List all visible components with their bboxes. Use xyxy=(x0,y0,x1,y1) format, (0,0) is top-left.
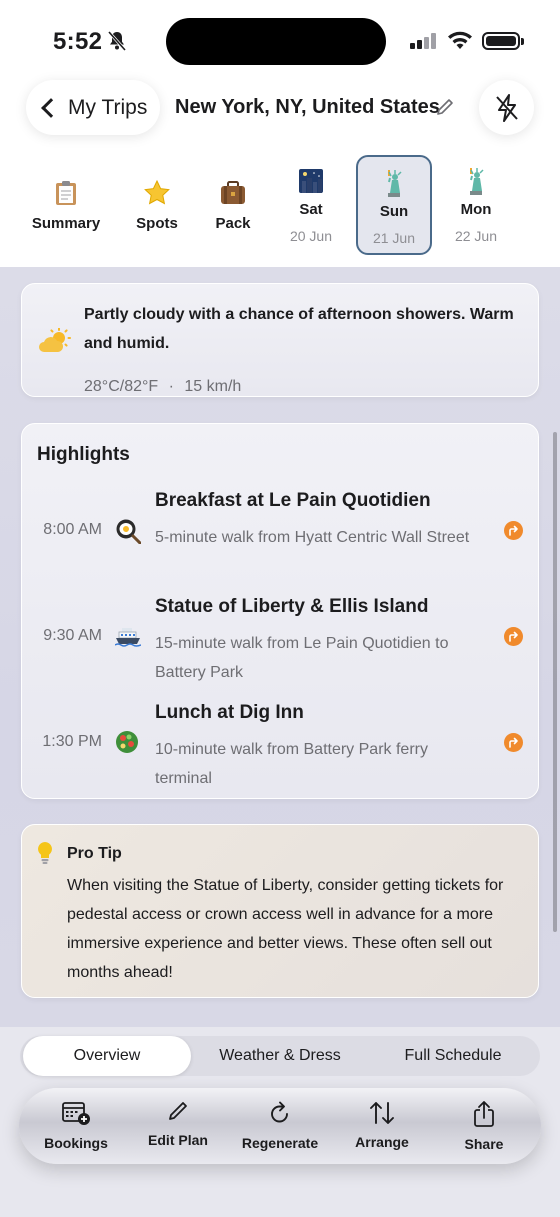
highlight-item[interactable]: 1:30 PM Lunch at Dig Inn 10-minute walk … xyxy=(22,702,540,802)
trip-tabs: Summary Spots Pack Sat 20 Jun Sun 21 Jun… xyxy=(0,155,560,255)
trip-title[interactable]: New York, NY, United States xyxy=(175,96,440,119)
chevron-left-icon xyxy=(41,97,61,118)
tab-day-mon[interactable]: Mon 22 Jun xyxy=(438,155,514,255)
sun-behind-cloud-icon xyxy=(39,328,71,352)
pro-tip-card: Pro Tip When visiting the Statue of Libe… xyxy=(21,824,539,998)
regenerate-button[interactable]: Regenerate xyxy=(230,1088,330,1164)
suitcase-icon xyxy=(221,181,245,204)
lightbulb-icon xyxy=(38,842,52,864)
overview-content[interactable]: Partly cloudy with a chance of afternoon… xyxy=(0,267,560,1027)
directions-button[interactable] xyxy=(504,521,523,540)
pro-tip-title: Pro Tip xyxy=(67,845,122,862)
weather-temperature: 28°C/82°F xyxy=(84,378,159,395)
tab-spots[interactable]: Spots xyxy=(122,155,192,255)
highlight-item[interactable]: 9:30 AM Statue of Liberty & Ellis Island… xyxy=(22,596,540,696)
salad-icon xyxy=(116,731,138,753)
tab-label: Spots xyxy=(136,215,178,232)
highlight-time: 1:30 PM xyxy=(42,733,102,750)
toolbar-label: Bookings xyxy=(44,1135,108,1151)
toolbar-label: Arrange xyxy=(355,1134,409,1150)
pencil-icon xyxy=(169,1102,187,1120)
highlight-item[interactable]: 8:00 AM Breakfast at Le Pain Quotidien 5… xyxy=(22,490,540,590)
calendar-add-icon xyxy=(62,1102,90,1125)
wifi-icon xyxy=(448,31,472,49)
refresh-icon xyxy=(271,1101,288,1123)
tab-date: 20 Jun xyxy=(289,228,333,244)
toolbar-label: Regenerate xyxy=(241,1135,319,1151)
status-time: 5:52 xyxy=(53,28,103,55)
weather-wind: 15 km/h xyxy=(184,378,242,395)
action-toolbar: Bookings Edit Plan Regenerate Arrange Sh… xyxy=(19,1088,541,1164)
sort-arrows-icon xyxy=(370,1102,394,1124)
clipboard-icon xyxy=(56,181,76,205)
battery-icon xyxy=(482,32,524,50)
highlight-time: 8:00 AM xyxy=(43,521,102,538)
segment-overview[interactable]: Overview xyxy=(23,1036,191,1076)
weather-meta: 28°C/82°F · 15 km/h xyxy=(84,378,241,396)
view-segmented-control: Overview Weather & Dress Full Schedule xyxy=(20,1036,540,1076)
weather-description: Partly cloudy with a chance of afternoon… xyxy=(84,306,514,352)
highlight-time: 9:30 AM xyxy=(43,627,102,644)
turn-right-arrow-icon xyxy=(509,525,518,536)
lightning-off-icon xyxy=(495,93,518,122)
tab-label: Sun xyxy=(379,203,409,220)
tab-date: 22 Jun xyxy=(454,228,498,244)
ferry-icon xyxy=(115,628,141,647)
back-label: My Trips xyxy=(68,95,148,119)
flash-off-button[interactable] xyxy=(479,80,534,135)
toolbar-label: Edit Plan xyxy=(148,1132,208,1148)
directions-button[interactable] xyxy=(504,627,523,646)
tab-label: Sat xyxy=(299,201,323,218)
tab-summary[interactable]: Summary xyxy=(26,155,106,255)
share-button[interactable]: Share xyxy=(434,1088,534,1164)
tab-pack[interactable]: Pack xyxy=(202,155,264,255)
highlight-name: Lunch at Dig Inn xyxy=(155,702,304,723)
toolbar-label: Share xyxy=(464,1136,504,1152)
scrollbar[interactable] xyxy=(553,432,557,932)
turn-right-arrow-icon xyxy=(509,737,518,748)
turn-right-arrow-icon xyxy=(509,631,518,642)
bell-off-icon xyxy=(108,31,126,51)
status-bar: 5:52 xyxy=(0,0,560,80)
share-icon xyxy=(474,1101,494,1127)
weather-separator: · xyxy=(168,378,174,395)
statue-of-liberty-icon xyxy=(388,170,402,197)
statue-of-liberty-icon xyxy=(470,168,484,195)
bookings-button[interactable]: Bookings xyxy=(26,1088,126,1164)
tab-label: Mon xyxy=(460,201,492,218)
highlights-card: Highlights 8:00 AM Breakfast at Le Pain … xyxy=(21,423,539,799)
frying-pan-egg-icon xyxy=(116,519,141,544)
weather-card: Partly cloudy with a chance of afternoon… xyxy=(21,283,539,397)
highlights-title: Highlights xyxy=(37,444,130,465)
dynamic-island xyxy=(166,18,386,65)
tab-label: Summary xyxy=(31,215,101,232)
highlight-walk: 10-minute walk from Battery Park ferry t… xyxy=(155,741,428,787)
segment-full-schedule[interactable]: Full Schedule xyxy=(369,1036,537,1076)
back-button[interactable]: My Trips xyxy=(26,80,160,135)
night-city-icon xyxy=(299,169,323,193)
tab-day-sat[interactable]: Sat 20 Jun xyxy=(274,155,348,255)
edit-plan-button[interactable]: Edit Plan xyxy=(128,1088,228,1164)
tab-date: 21 Jun xyxy=(372,230,416,246)
highlight-walk: 5-minute walk from Hyatt Centric Wall St… xyxy=(155,529,470,546)
highlight-name: Breakfast at Le Pain Quotidien xyxy=(155,490,431,511)
edit-title-pencil-icon[interactable] xyxy=(436,98,454,116)
tab-label: Pack xyxy=(215,215,251,232)
directions-button[interactable] xyxy=(504,733,523,752)
segment-weather-dress[interactable]: Weather & Dress xyxy=(196,1036,364,1076)
arrange-button[interactable]: Arrange xyxy=(332,1088,432,1164)
tab-day-sun[interactable]: Sun 21 Jun xyxy=(356,155,432,255)
pro-tip-text: When visiting the Statue of Liberty, con… xyxy=(67,877,504,981)
highlight-walk: 15-minute walk from Le Pain Quotidien to… xyxy=(155,635,449,681)
highlight-name: Statue of Liberty & Ellis Island xyxy=(155,596,429,617)
cellular-signal-icon xyxy=(410,33,436,49)
star-icon xyxy=(144,180,170,205)
